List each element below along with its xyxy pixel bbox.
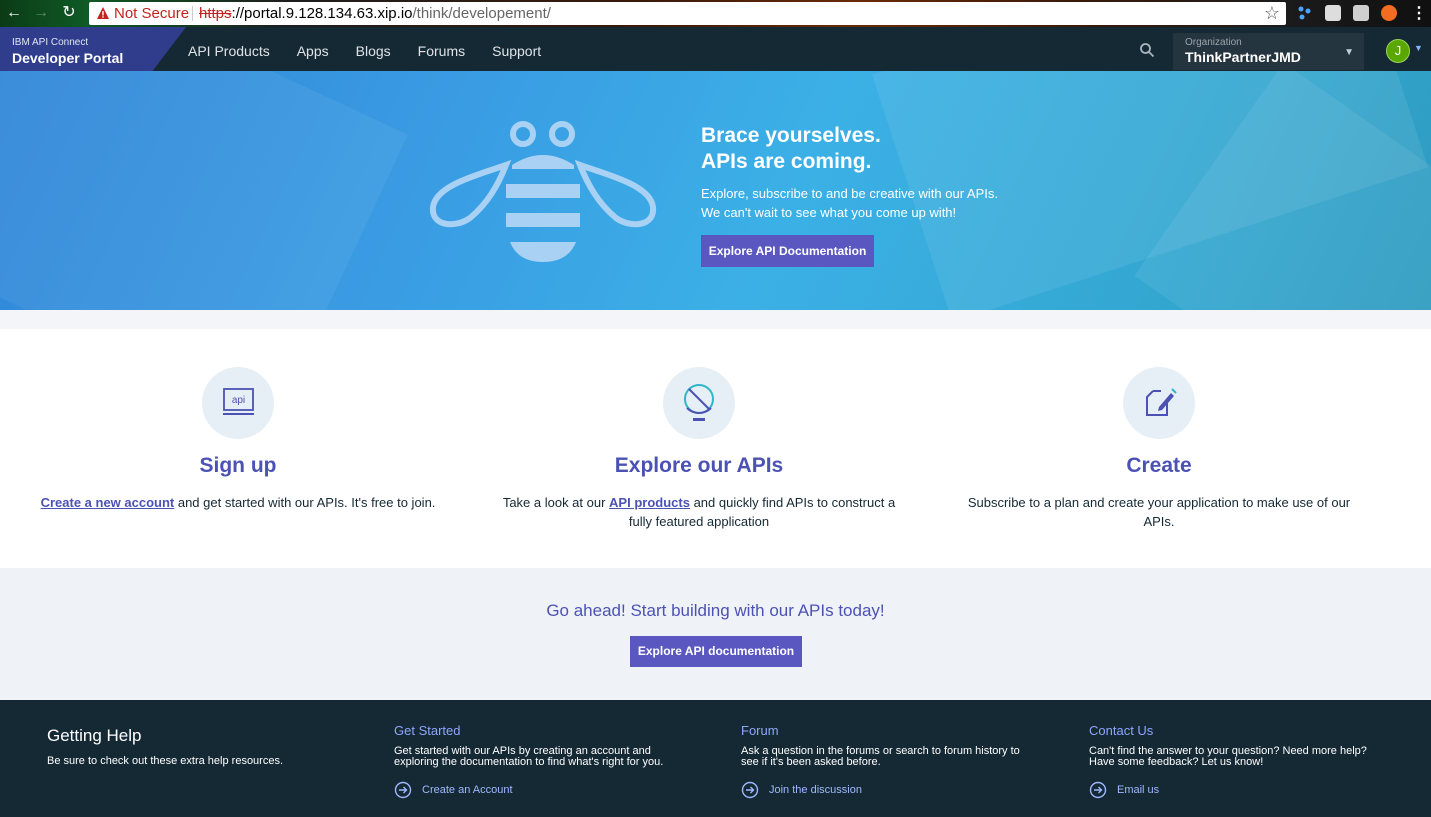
main-menu: API Products Apps Blogs Forums Support xyxy=(188,27,568,71)
nav-item-support[interactable]: Support xyxy=(492,27,541,71)
feature-icon-circle xyxy=(1123,367,1195,439)
url-host: ://portal.9.128.134.63.xip.io xyxy=(231,5,413,22)
footer-help-text: Be sure to check out these extra help re… xyxy=(47,755,284,767)
address-bar[interactable]: Not Secure https://portal.9.128.134.63.x… xyxy=(89,2,1286,25)
url-separator xyxy=(192,6,193,21)
footer: Getting Help Be sure to check out these … xyxy=(0,700,1431,817)
globe-icon xyxy=(684,384,714,421)
feature-icon-circle xyxy=(663,367,735,439)
feature-title: Explore our APIs xyxy=(614,454,784,477)
bee-illustration-icon xyxy=(430,121,656,262)
feature-title: Create xyxy=(1126,454,1192,477)
footer-column-text: Get started with our APIs by creating an… xyxy=(394,745,664,768)
hero-facet xyxy=(0,71,408,310)
hero-subtitle-line-1: Explore, subscribe to and be creative wi… xyxy=(701,186,998,201)
create-account-link[interactable]: Create a new account xyxy=(41,495,175,510)
nav-item-api-products[interactable]: API Products xyxy=(188,27,270,71)
browser-menu-icon[interactable]: ⋮ xyxy=(1411,3,1427,23)
search-icon[interactable] xyxy=(1139,42,1155,58)
section-divider xyxy=(0,310,1431,329)
feature-description: Create a new account and get started wit… xyxy=(38,493,438,512)
feature-description: Subscribe to a plan and create your appl… xyxy=(967,495,1351,529)
create-an-account-link[interactable]: Create an Account xyxy=(394,780,513,800)
extension-square-icon[interactable] xyxy=(1353,5,1369,21)
footer-column-title: Get Started xyxy=(394,723,461,738)
hero-title-line-1: Brace yourselves. xyxy=(701,124,881,147)
footer-column-text: Can't find the answer to your question? … xyxy=(1089,745,1367,768)
organization-selector[interactable]: Organization ThinkPartnerJMD ▼ xyxy=(1173,33,1364,70)
api-screen-icon: api xyxy=(223,388,254,415)
nav-item-forums[interactable]: Forums xyxy=(418,27,465,71)
nav-item-blogs[interactable]: Blogs xyxy=(356,27,391,71)
brand-logo[interactable]: IBM API Connect Developer Portal xyxy=(0,27,186,71)
arrow-right-circle-icon xyxy=(741,781,759,799)
url-path: /think/developement/ xyxy=(412,5,551,22)
reload-icon[interactable]: ↻ xyxy=(60,4,78,22)
browser-chrome: ← → ↻ Not Secure https://portal.9.128.13… xyxy=(0,0,1431,27)
portal-header: IBM API Connect Developer Portal API Pro… xyxy=(0,27,1431,71)
brand-title: Developer Portal xyxy=(12,50,124,66)
hero-subtitle: Explore, subscribe to and be creative wi… xyxy=(701,184,998,222)
feature-title: Sign up xyxy=(199,454,277,477)
footer-link-label: Create an Account xyxy=(422,784,513,796)
arrow-right-circle-icon xyxy=(1089,781,1107,799)
hero-banner: Brace yourselves. APIs are coming. Explo… xyxy=(0,71,1431,310)
hero-subtitle-line-2: We can't wait to see what you come up wi… xyxy=(701,205,957,220)
url-text[interactable]: https://portal.9.128.134.63.xip.io/think… xyxy=(199,5,551,22)
extension-orange-icon[interactable] xyxy=(1381,5,1397,21)
svg-text:api: api xyxy=(232,395,245,406)
footer-help-title: Getting Help xyxy=(47,726,142,745)
extension-monitor-icon[interactable] xyxy=(1325,5,1341,21)
extension-dots-icon[interactable] xyxy=(1297,5,1313,21)
explore-api-documentation-button[interactable]: Explore API Documentation xyxy=(701,235,874,267)
organization-label: Organization xyxy=(1185,37,1242,48)
back-arrow-icon[interactable]: ← xyxy=(5,4,23,22)
nav-item-apps[interactable]: Apps xyxy=(297,27,329,71)
security-label: Not Secure xyxy=(114,5,190,22)
cta-section: Go ahead! Start building with our APIs t… xyxy=(0,568,1431,700)
hero-title-line-2: APIs are coming. xyxy=(701,150,872,173)
footer-column-title: Forum xyxy=(741,723,779,738)
feature-description-text: Take a look at our xyxy=(502,495,610,510)
forward-arrow-icon[interactable]: → xyxy=(32,4,50,22)
cta-heading: Go ahead! Start building with our APIs t… xyxy=(546,601,885,620)
feature-description-text: and get started with our APIs. It's free… xyxy=(174,495,436,510)
join-the-discussion-link[interactable]: Join the discussion xyxy=(741,780,862,800)
explore-api-documentation-cta-button[interactable]: Explore API documentation xyxy=(630,636,802,667)
api-products-link[interactable]: API products xyxy=(609,495,690,510)
footer-link-label: Join the discussion xyxy=(769,784,862,796)
email-us-link[interactable]: Email us xyxy=(1089,780,1159,800)
arrow-right-circle-icon xyxy=(394,781,412,799)
edit-document-icon xyxy=(1146,388,1177,416)
hero-title: Brace yourselves. APIs are coming. xyxy=(701,123,881,175)
footer-link-label: Email us xyxy=(1117,784,1160,796)
avatar[interactable]: J xyxy=(1386,39,1410,63)
chevron-down-icon: ▼ xyxy=(1344,47,1354,58)
avatar-chevron-down-icon[interactable]: ▼ xyxy=(1414,43,1423,53)
footer-column-text: Ask a question in the forums or search t… xyxy=(741,745,1020,768)
feature-icon-circle: api xyxy=(202,367,274,439)
organization-value: ThinkPartnerJMD xyxy=(1185,49,1301,65)
warning-icon xyxy=(97,7,109,19)
url-scheme: https xyxy=(199,5,232,22)
footer-column-title: Contact Us xyxy=(1089,723,1154,738)
brand-small-label: IBM API Connect xyxy=(12,37,89,48)
features-section: api Sign up Create a new account and get… xyxy=(0,329,1431,568)
feature-description: Take a look at our API products and quic… xyxy=(499,493,899,531)
bookmark-star-icon[interactable]: ☆ xyxy=(1264,3,1280,24)
